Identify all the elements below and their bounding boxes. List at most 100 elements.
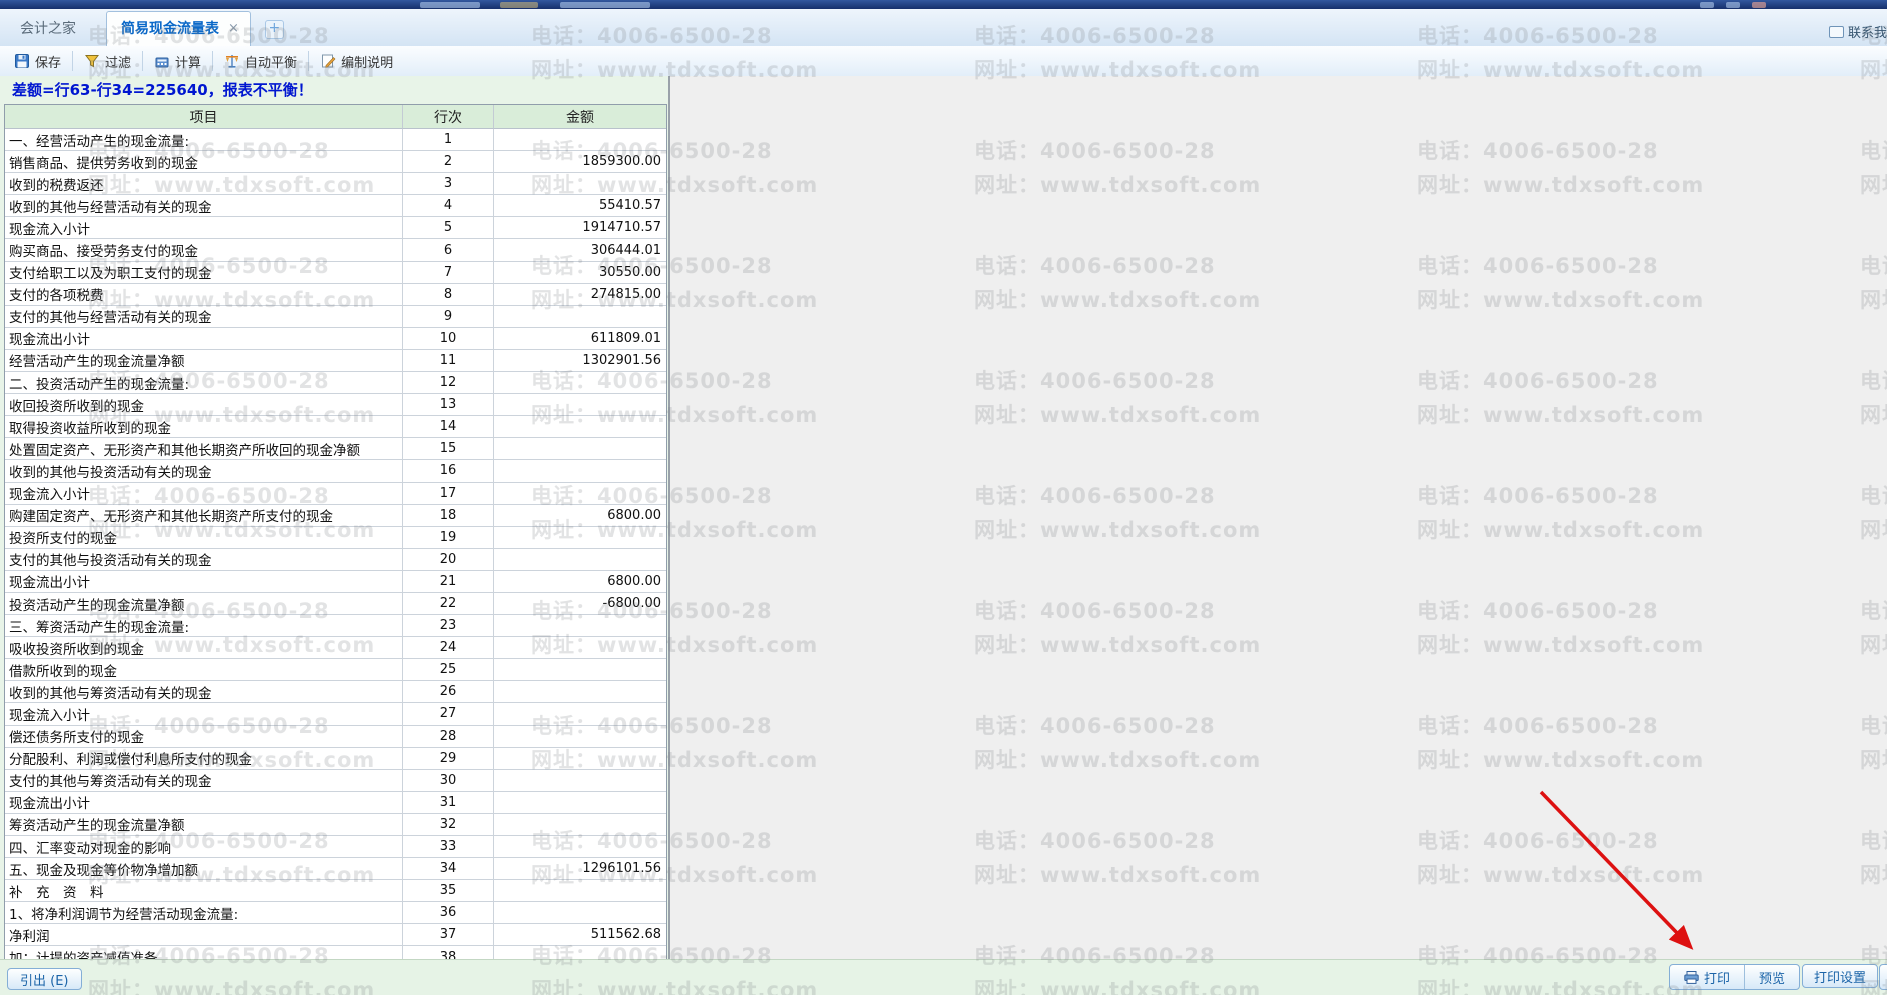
- table-row[interactable]: 现金流出小计 31: [5, 792, 666, 814]
- table-row[interactable]: 购买商品、接受劳务支付的现金 6 306444.01: [5, 239, 666, 261]
- cell-amount[interactable]: [494, 549, 666, 571]
- cell-amount[interactable]: [494, 814, 666, 836]
- calculate-button[interactable]: 计算: [145, 49, 210, 74]
- cell-item: 二、投资活动产生的现金流量:: [5, 372, 403, 394]
- cell-amount[interactable]: 6800.00: [494, 571, 666, 593]
- cell-amount[interactable]: 1302901.56: [494, 350, 666, 372]
- save-button[interactable]: 保存: [5, 49, 70, 74]
- imbalance-warning: 差额=行63-行34=225640，报表不平衡！: [0, 76, 668, 104]
- new-tab-button[interactable]: +: [265, 20, 284, 39]
- table-row[interactable]: 一、经营活动产生的现金流量: 1: [5, 129, 666, 151]
- table-row[interactable]: 四、汇率变动对现金的影响 33: [5, 836, 666, 858]
- tab-cashflow-statement[interactable]: 简易现金流量表 ×: [106, 11, 251, 46]
- cell-amount[interactable]: [494, 129, 666, 151]
- cell-amount[interactable]: [494, 659, 666, 681]
- cell-amount[interactable]: [494, 681, 666, 703]
- tab-close-icon[interactable]: ×: [228, 22, 239, 35]
- table-row[interactable]: 支付的其他与投资活动有关的现金 20: [5, 549, 666, 571]
- table-row[interactable]: 现金流出小计 21 6800.00: [5, 571, 666, 593]
- cell-amount[interactable]: [494, 527, 666, 549]
- cell-amount[interactable]: 274815.00: [494, 284, 666, 306]
- table-row[interactable]: 购建固定资产、无形资产和其他长期资产所支付的现金 18 6800.00: [5, 505, 666, 527]
- cell-line: 34: [403, 858, 494, 880]
- cell-amount[interactable]: [494, 726, 666, 748]
- table-row[interactable]: 现金流入小计 17: [5, 483, 666, 505]
- table-row[interactable]: 收到的其他与经营活动有关的现金 4 55410.57: [5, 195, 666, 217]
- cell-line: 9: [403, 306, 494, 328]
- filter-label: 过滤: [105, 52, 131, 71]
- cell-amount[interactable]: [494, 703, 666, 725]
- print-settings-button[interactable]: 打印设置: [1802, 964, 1878, 988]
- close-icon[interactable]: [1752, 2, 1766, 8]
- table-row[interactable]: 收到的其他与投资活动有关的现金 16: [5, 460, 666, 482]
- cell-amount[interactable]: 30550.00: [494, 262, 666, 284]
- table-row[interactable]: 五、现金及现金等价物净增加额 34 1296101.56: [5, 858, 666, 880]
- minimize-icon[interactable]: [1700, 2, 1714, 8]
- cell-amount[interactable]: [494, 748, 666, 770]
- cell-amount[interactable]: -6800.00: [494, 593, 666, 615]
- table-row[interactable]: 1、将净利润调节为经营活动现金流量: 36: [5, 902, 666, 924]
- cell-amount[interactable]: [494, 770, 666, 792]
- table-row[interactable]: 支付给职工以及为职工支付的现金 7 30550.00: [5, 262, 666, 284]
- table-row[interactable]: 处置固定资产、无形资产和其他长期资产所收回的现金净额 15: [5, 438, 666, 460]
- export-button[interactable]: 引出 (E): [7, 968, 82, 990]
- table-row[interactable]: 现金流入小计 27: [5, 703, 666, 725]
- tab-accounting-home[interactable]: 会计之家: [0, 11, 96, 46]
- table-row[interactable]: 筹资活动产生的现金流量净额 32: [5, 814, 666, 836]
- table-row[interactable]: 投资活动产生的现金流量净额 22 -6800.00: [5, 593, 666, 615]
- cell-amount[interactable]: [494, 880, 666, 902]
- cell-amount[interactable]: 6800.00: [494, 505, 666, 527]
- cell-item: 偿还债务所支付的现金: [5, 726, 403, 748]
- table-row[interactable]: 借款所收到的现金 25: [5, 659, 666, 681]
- print-button[interactable]: 打印: [1670, 965, 1744, 989]
- cell-amount[interactable]: [494, 460, 666, 482]
- table-row[interactable]: 吸收投资所收到的现金 24: [5, 637, 666, 659]
- cell-amount[interactable]: 511562.68: [494, 924, 666, 946]
- auto-balance-button[interactable]: 自动平衡: [215, 49, 306, 74]
- clipped-button-edge[interactable]: [1879, 964, 1887, 990]
- cell-amount[interactable]: [494, 416, 666, 438]
- cell-amount[interactable]: [494, 173, 666, 195]
- table-row[interactable]: 收到的税费返还 3: [5, 173, 666, 195]
- table-row[interactable]: 销售商品、提供劳务收到的现金 2 1859300.00: [5, 151, 666, 173]
- cell-amount[interactable]: [494, 394, 666, 416]
- cell-amount[interactable]: 611809.01: [494, 328, 666, 350]
- compilation-notes-button[interactable]: 编制说明: [311, 49, 402, 74]
- cell-amount[interactable]: [494, 438, 666, 460]
- table-row[interactable]: 收到的其他与筹资活动有关的现金 26: [5, 681, 666, 703]
- cell-amount[interactable]: [494, 483, 666, 505]
- cell-amount[interactable]: [494, 615, 666, 637]
- table-row[interactable]: 二、投资活动产生的现金流量: 12: [5, 372, 666, 394]
- table-row[interactable]: 现金流入小计 5 1914710.57: [5, 217, 666, 239]
- cell-amount[interactable]: 1296101.56: [494, 858, 666, 880]
- cell-amount[interactable]: [494, 836, 666, 858]
- cell-amount[interactable]: 306444.01: [494, 239, 666, 261]
- filter-button[interactable]: 过滤: [75, 49, 140, 74]
- cell-amount[interactable]: 1914710.57: [494, 217, 666, 239]
- table-row[interactable]: 支付的各项税费 8 274815.00: [5, 284, 666, 306]
- table-row[interactable]: 净利润 37 511562.68: [5, 924, 666, 946]
- table-row[interactable]: 经营活动产生的现金流量净额 11 1302901.56: [5, 350, 666, 372]
- table-row[interactable]: 投资所支付的现金 19: [5, 527, 666, 549]
- preview-button[interactable]: 预览: [1745, 965, 1799, 989]
- cell-amount[interactable]: [494, 306, 666, 328]
- cell-amount[interactable]: [494, 637, 666, 659]
- table-row[interactable]: 支付的其他与筹资活动有关的现金 30: [5, 770, 666, 792]
- cell-amount[interactable]: 1859300.00: [494, 151, 666, 173]
- table-row[interactable]: 取得投资收益所收到的现金 14: [5, 416, 666, 438]
- cell-amount[interactable]: [494, 902, 666, 924]
- table-row[interactable]: 收回投资所收到的现金 13: [5, 394, 666, 416]
- cell-amount[interactable]: [494, 372, 666, 394]
- contact-us-link[interactable]: 联系我们: [1829, 22, 1887, 41]
- table-row[interactable]: 加：计提的资产减值准备 38: [5, 946, 666, 960]
- maximize-icon[interactable]: [1726, 2, 1740, 8]
- table-row[interactable]: 支付的其他与经营活动有关的现金 9: [5, 306, 666, 328]
- cell-amount[interactable]: [494, 946, 666, 960]
- table-row[interactable]: 现金流出小计 10 611809.01: [5, 328, 666, 350]
- table-row[interactable]: 分配股利、利润或偿付利息所支付的现金 29: [5, 748, 666, 770]
- table-row[interactable]: 补 充 资 料 35: [5, 880, 666, 902]
- table-row[interactable]: 偿还债务所支付的现金 28: [5, 726, 666, 748]
- table-row[interactable]: 三、筹资活动产生的现金流量: 23: [5, 615, 666, 637]
- cell-amount[interactable]: [494, 792, 666, 814]
- cell-amount[interactable]: 55410.57: [494, 195, 666, 217]
